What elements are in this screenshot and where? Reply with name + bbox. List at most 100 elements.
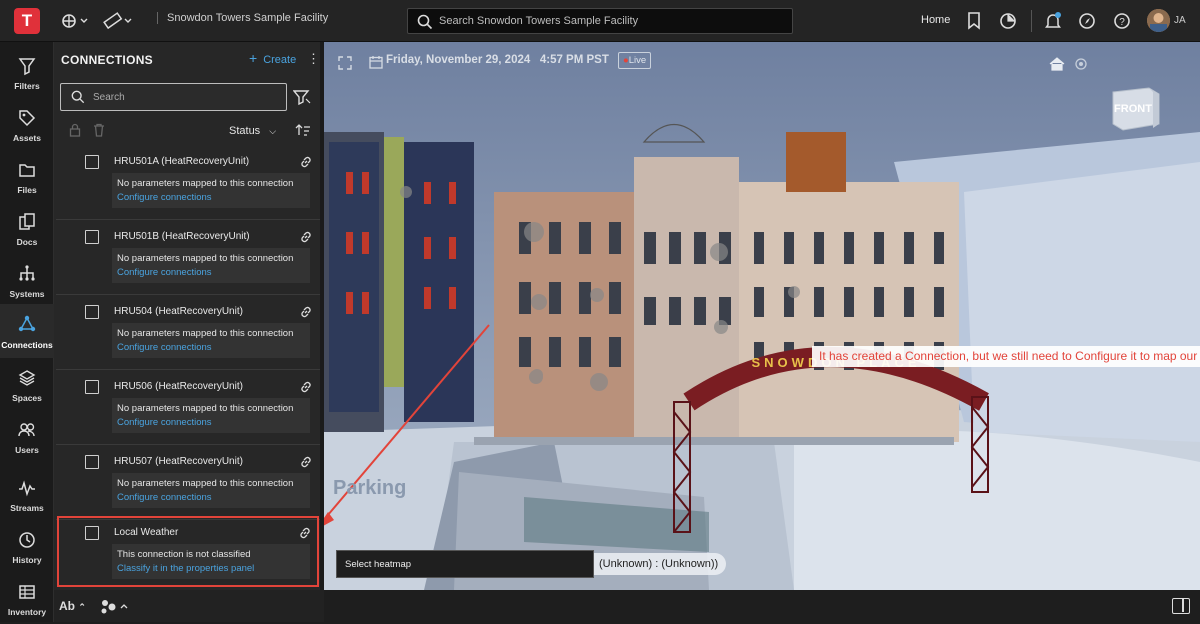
link-icon[interactable]: [298, 526, 312, 540]
nav-label: Connections: [1, 340, 53, 350]
nav-label: Docs: [16, 237, 38, 247]
home-link[interactable]: Home: [921, 14, 950, 26]
nav-label: Filters: [14, 81, 40, 91]
trash-icon[interactable]: [93, 123, 105, 137]
connection-name: Local Weather: [114, 527, 179, 538]
user-avatar[interactable]: [1147, 9, 1170, 32]
nav-inventory[interactable]: Inventory: [0, 574, 54, 624]
panel-title: CONNECTIONS: [61, 53, 153, 67]
connection-name: HRU504 (HeatRecoveryUnit): [114, 306, 243, 317]
side-panel-toggle-icon[interactable]: [1172, 598, 1190, 614]
configure-connections-link[interactable]: Configure connections: [117, 192, 212, 203]
connections-search-input[interactable]: Search: [60, 83, 287, 111]
viewer-footer: [324, 590, 1200, 622]
connection-checkbox[interactable]: [85, 155, 99, 169]
connection-item[interactable]: HRU506 (HeatRecoveryUnit) No parameters …: [56, 370, 320, 445]
lock-icon[interactable]: [69, 123, 81, 137]
nav-label: Users: [15, 445, 39, 455]
link-icon[interactable]: [299, 455, 313, 469]
connection-checkbox[interactable]: [85, 380, 99, 394]
configure-connections-link[interactable]: Configure connections: [117, 342, 212, 353]
notifications-icon[interactable]: [1044, 11, 1062, 31]
filter-options-icon[interactable]: [293, 88, 311, 106]
connection-checkbox[interactable]: [85, 230, 99, 244]
facility-name[interactable]: Snowdon Towers Sample Facility: [157, 12, 328, 24]
connection-checkbox[interactable]: [85, 455, 99, 469]
home-view-icon[interactable]: [1049, 57, 1065, 76]
nav-systems[interactable]: Systems: [0, 256, 54, 306]
heatmap-label: Select heatmap: [345, 559, 412, 570]
fullscreen-icon[interactable]: [338, 56, 352, 75]
link-icon[interactable]: [299, 380, 313, 394]
nav-spaces[interactable]: Spaces: [0, 360, 54, 410]
connection-checkbox[interactable]: [85, 526, 99, 540]
user-initials: JA: [1174, 15, 1186, 26]
viewcube[interactable]: FRONT: [1109, 84, 1161, 134]
connection-item[interactable]: HRU501B (HeatRecoveryUnit) No parameters…: [56, 220, 320, 295]
connection-checkbox[interactable]: [85, 305, 99, 319]
svg-text:?: ?: [1119, 17, 1125, 28]
plus-icon: +: [249, 50, 258, 66]
nav-files[interactable]: Files: [0, 152, 54, 202]
tag-icon: [19, 110, 36, 127]
timeline-date[interactable]: Friday, November 29, 2024 4:57 PM PST: [386, 54, 609, 66]
app-logo[interactable]: T: [14, 8, 40, 34]
view-settings-icon[interactable]: [1074, 57, 1088, 76]
nav-users[interactable]: Users: [0, 412, 54, 462]
nav-label: Assets: [13, 133, 41, 143]
chevron-down-icon: ⌵: [269, 126, 277, 136]
connection-item-local-weather[interactable]: Local Weather This connection is not cla…: [57, 516, 319, 587]
connection-name: HRU507 (HeatRecoveryUnit): [114, 456, 243, 467]
nav-docs[interactable]: Docs: [0, 204, 54, 254]
labels-toggle[interactable]: Ab ⌃: [59, 599, 86, 613]
measure-icon[interactable]: [103, 11, 135, 31]
classify-connection-link[interactable]: Classify it in the properties panel: [117, 563, 254, 574]
panel-footer: Ab ⌃: [54, 590, 324, 622]
search-icon: [71, 90, 85, 104]
configure-connections-link[interactable]: Configure connections: [117, 267, 212, 278]
nav-streams[interactable]: Streams: [0, 470, 54, 520]
connection-message: No parameters mapped to this connection: [117, 178, 294, 189]
global-search-placeholder: Search Snowdon Towers Sample Facility: [439, 15, 639, 27]
calendar-icon[interactable]: [369, 55, 383, 74]
transform-icon[interactable]: [60, 11, 90, 31]
topbar-divider: [1031, 10, 1032, 32]
link-icon[interactable]: [299, 155, 313, 169]
more-options-icon[interactable]: ⋮: [307, 51, 320, 67]
connection-item[interactable]: HRU504 (HeatRecoveryUnit) No parameters …: [56, 295, 320, 370]
configure-connections-link[interactable]: Configure connections: [117, 417, 212, 428]
compass-icon[interactable]: [1078, 11, 1096, 31]
sort-label: Status: [229, 125, 261, 137]
nav-filters[interactable]: Filters: [0, 48, 54, 98]
nav-label: Inventory: [7, 607, 47, 617]
3d-model-viewer[interactable]: SNOWDON PLACE Friday, November 29, 2024 …: [324, 42, 1200, 590]
pulse-icon: [19, 480, 35, 497]
markers-toggle-icon[interactable]: [99, 598, 129, 616]
connection-status-box: This connection is not classified Classi…: [112, 544, 310, 579]
labels-toggle-text: Ab: [59, 599, 75, 613]
viewcube-label: FRONT: [1114, 103, 1152, 115]
heatmap-select[interactable]: Select heatmap: [336, 550, 594, 578]
connection-status-box: No parameters mapped to this connection …: [112, 398, 310, 433]
nav-connections[interactable]: Connections: [0, 304, 54, 358]
link-icon[interactable]: [299, 230, 313, 244]
global-search-input[interactable]: Search Snowdon Towers Sample Facility: [407, 8, 793, 34]
connection-message: No parameters mapped to this connection: [117, 403, 294, 414]
sort-dropdown[interactable]: Status ⌵: [229, 125, 276, 137]
funnel-icon: [18, 58, 36, 76]
connection-item[interactable]: HRU507 (HeatRecoveryUnit) No parameters …: [56, 445, 320, 520]
sort-direction-icon[interactable]: [295, 123, 311, 137]
create-button[interactable]: + Create: [249, 50, 296, 66]
dashboard-icon[interactable]: [999, 11, 1017, 31]
help-icon[interactable]: ?: [1113, 11, 1131, 31]
live-button[interactable]: ●Live: [618, 52, 652, 69]
nav-history[interactable]: History: [0, 522, 54, 572]
connection-item[interactable]: HRU501A (HeatRecoveryUnit) No parameters…: [56, 145, 320, 220]
link-icon[interactable]: [299, 305, 313, 319]
connection-message: No parameters mapped to this connection: [117, 253, 294, 264]
bookmark-icon[interactable]: [966, 11, 982, 31]
hierarchy-icon: [19, 265, 35, 281]
connection-status-box: No parameters mapped to this connection …: [112, 323, 310, 358]
nav-assets[interactable]: Assets: [0, 100, 54, 150]
configure-connections-link[interactable]: Configure connections: [117, 492, 212, 503]
